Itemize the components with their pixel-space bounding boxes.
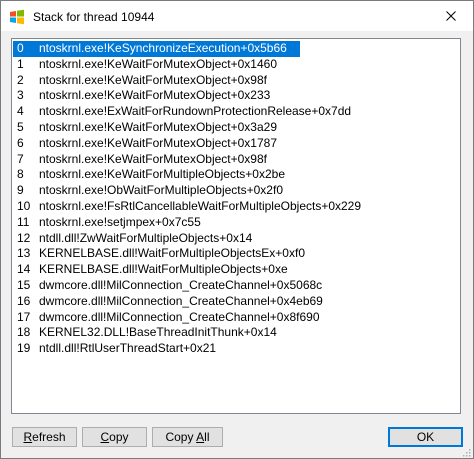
stack-row-frame: KERNELBASE.dll!WaitForMultipleObjects+0x…	[39, 262, 288, 277]
stack-row[interactable]: 15 dwmcore.dll!MilConnection_CreateChanne…	[12, 278, 460, 294]
copy-label: opy	[109, 430, 129, 444]
stack-row-frame: ntoskrnl.exe!ExWaitForRundownProtectionR…	[39, 104, 352, 119]
windows-flag-icon	[9, 9, 25, 25]
stack-row-frame: ntoskrnl.exe!ObWaitForMultipleObjects+0x…	[39, 183, 283, 198]
stack-row[interactable]: 4 ntoskrnl.exe!ExWaitForRundownProtection…	[12, 104, 460, 120]
stack-row-frame: ntoskrnl.exe!KeWaitForMutexObject+0x98f	[39, 151, 267, 166]
stack-row[interactable]: 1 ntoskrnl.exe!KeWaitForMutexObject+0x146…	[12, 57, 460, 73]
stack-row-index: 11	[17, 214, 30, 229]
stack-row-index: 5	[17, 119, 24, 134]
stack-row[interactable]: 2 ntoskrnl.exe!KeWaitForMutexObject+0x98f	[12, 73, 460, 89]
stack-row-frame: ntdll.dll!ZwWaitForMultipleObjects+0x14	[39, 230, 253, 245]
stack-row-frame: dwmcore.dll!MilConnection_CreateChannel+…	[39, 277, 323, 292]
stack-row[interactable]: 11 ntoskrnl.exe!setjmpex+0x7c55	[12, 215, 460, 231]
stack-row[interactable]: 17 dwmcore.dll!MilConnection_CreateChanne…	[12, 310, 460, 326]
stack-row-index: 12	[17, 230, 31, 245]
stack-rows: 0 ntoskrnl.exe!KeSynchronizeExecution+0x5…	[12, 39, 460, 357]
stack-row-index: 3	[17, 88, 24, 103]
stack-row-frame: KERNELBASE.dll!WaitForMultipleObjectsEx+…	[39, 246, 305, 261]
copy-button[interactable]: Copy	[82, 427, 147, 447]
stack-row-index: 14	[17, 262, 31, 277]
stack-row-index: 17	[17, 309, 31, 324]
ok-button[interactable]: OK	[388, 427, 463, 447]
stack-dialog: Stack for thread 10944 0 ntoskrnl.exe!KeS…	[0, 0, 474, 459]
stack-row[interactable]: 8 ntoskrnl.exe!KeWaitForMultipleObjects+0…	[12, 167, 460, 183]
stack-row-frame: KERNEL32.DLL!BaseThreadInitThunk+0x14	[39, 325, 277, 340]
stack-row-frame: ntoskrnl.exe!KeWaitForMutexObject+0x3a29	[39, 119, 278, 134]
stack-row-frame: ntoskrnl.exe!KeSynchronizeExecution+0x5b…	[39, 41, 287, 55]
stack-row[interactable]: 3 ntoskrnl.exe!KeWaitForMutexObject+0x233	[12, 88, 460, 104]
stack-row-index: 13	[17, 246, 31, 261]
stack-row[interactable]: 10 ntoskrnl.exe!FsRtlCancellableWaitForMu…	[12, 199, 460, 215]
stack-row-index: 9	[17, 183, 24, 198]
copy-all-label-pre: Copy	[165, 430, 197, 444]
copy-all-accel: A	[196, 430, 205, 444]
stack-row[interactable]: 18 KERNEL32.DLL!BaseThreadInitThunk+0x14	[12, 325, 460, 341]
stack-row-index: 15	[17, 277, 31, 292]
title-bar[interactable]: Stack for thread 10944	[1, 1, 473, 31]
stack-row-index: 19	[17, 341, 31, 356]
stack-row-index: 10	[17, 198, 31, 213]
stack-row-frame: ntoskrnl.exe!KeWaitForMutexObject+0x1787	[39, 135, 278, 150]
stack-row-index: 6	[17, 135, 24, 150]
stack-row-index: 8	[17, 167, 24, 182]
stack-row-frame: ntoskrnl.exe!FsRtlCancellableWaitForMult…	[39, 198, 362, 213]
resize-grip-icon[interactable]	[461, 446, 471, 457]
stack-row-index: 4	[17, 104, 24, 119]
stack-row[interactable]: 12 ntdll.dll!ZwWaitForMultipleObjects+0x1…	[12, 231, 460, 247]
stack-row-frame: ntoskrnl.exe!KeWaitForMultipleObjects+0x…	[39, 167, 285, 182]
stack-row[interactable]: 16 dwmcore.dll!MilConnection_CreateChanne…	[12, 294, 460, 310]
stack-row[interactable]: 13 KERNELBASE.dll!WaitForMultipleObjectsE…	[12, 246, 460, 262]
stack-row[interactable]: 6 ntoskrnl.exe!KeWaitForMutexObject+0x178…	[12, 136, 460, 152]
stack-row-frame: dwmcore.dll!MilConnection_CreateChannel+…	[39, 309, 320, 324]
stack-row-frame: ntoskrnl.exe!setjmpex+0x7c55	[39, 214, 201, 229]
stack-row[interactable]: 9 ntoskrnl.exe!ObWaitForMultipleObjects+0…	[12, 183, 460, 199]
stack-row-index: 16	[17, 293, 31, 308]
close-button[interactable]	[429, 1, 473, 31]
stack-row[interactable]: 0 ntoskrnl.exe!KeSynchronizeExecution+0x5…	[12, 41, 460, 57]
copy-accel: C	[100, 430, 110, 444]
refresh-accel: R	[23, 430, 33, 444]
ok-label: OK	[416, 430, 435, 444]
stack-row[interactable]: 19 ntdll.dll!RtlUserThreadStart+0x21	[12, 341, 460, 357]
stack-row-frame: dwmcore.dll!MilConnection_CreateChannel+…	[39, 293, 323, 308]
refresh-label: efresh	[32, 430, 66, 444]
stack-row[interactable]: 7 ntoskrnl.exe!KeWaitForMutexObject+0x98f	[12, 152, 460, 168]
stack-list[interactable]: 0 ntoskrnl.exe!KeSynchronizeExecution+0x5…	[11, 38, 461, 414]
stack-row-index: 18	[17, 325, 31, 340]
stack-row[interactable]: 14 KERNELBASE.dll!WaitForMultipleObjects+…	[12, 262, 460, 278]
stack-row-index: 0	[17, 41, 24, 55]
copy-all-label-rest: ll	[204, 430, 210, 444]
stack-row-index: 2	[17, 72, 24, 87]
stack-row-frame: ntoskrnl.exe!KeWaitForMutexObject+0x98f	[39, 72, 267, 87]
stack-row-frame: ntoskrnl.exe!KeWaitForMutexObject+0x233	[39, 88, 271, 103]
window-title: Stack for thread 10944	[33, 10, 155, 24]
stack-row-frame: ntoskrnl.exe!KeWaitForMutexObject+0x1460	[39, 56, 278, 71]
copy-all-button[interactable]: Copy All	[152, 427, 223, 447]
stack-row-index: 7	[17, 151, 24, 166]
stack-row-frame: ntdll.dll!RtlUserThreadStart+0x21	[39, 341, 217, 356]
close-icon	[446, 11, 456, 21]
stack-row[interactable]: 5 ntoskrnl.exe!KeWaitForMutexObject+0x3a2…	[12, 120, 460, 136]
refresh-button[interactable]: Refresh	[12, 427, 77, 447]
stack-row-index: 1	[17, 56, 24, 71]
